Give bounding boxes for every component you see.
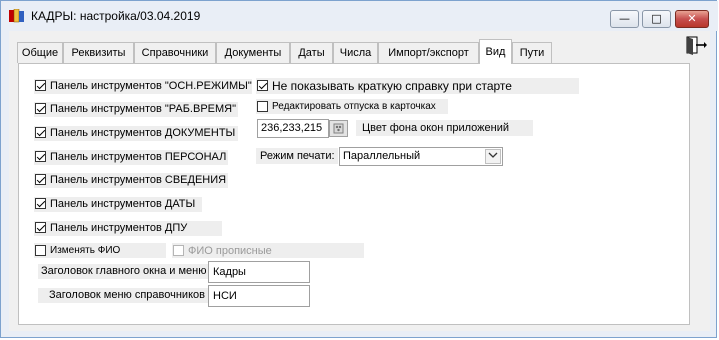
tab-documents[interactable]: Документы (216, 42, 290, 63)
print-mode-label: Режим печати: (260, 150, 335, 162)
checkbox-label: Не показывать краткую справку при старте (272, 79, 512, 93)
main-title-label: Заголовок главного окна и меню (41, 265, 207, 277)
checkbox-box[interactable] (173, 245, 184, 256)
checkbox-label: Панель инструментов ПЕРСОНАЛ (50, 151, 227, 163)
checkbox-box[interactable] (35, 127, 46, 138)
checkbox-label: Редактировать отпуска в карточках (272, 101, 436, 112)
ref-menu-title-label: Заголовок меню справочников (49, 289, 205, 301)
title-bar[interactable]: КАДРЫ: настройка/03.04.2019 — □ ✕ (1, 1, 718, 31)
chevron-down-icon[interactable] (485, 149, 501, 164)
checkbox-label: Панель инструментов СВЕДЕНИЯ (50, 174, 227, 186)
print-mode-select[interactable]: Параллельный (339, 147, 503, 166)
exit-door-icon[interactable] (683, 34, 707, 56)
checkbox-box[interactable] (35, 174, 46, 185)
checkbox-box[interactable] (35, 80, 46, 91)
tab-references[interactable]: Справочники (134, 42, 216, 63)
checkbox-box[interactable] (35, 198, 46, 209)
checkbox-label: Изменять ФИО (50, 245, 121, 256)
print-mode-value: Параллельный (343, 150, 421, 162)
tab-general[interactable]: Общие (17, 42, 63, 63)
maximize-icon: □ (651, 12, 662, 25)
bg-color-label: Цвет фона окон приложений (362, 122, 510, 134)
close-button[interactable]: ✕ (675, 10, 709, 28)
settings-window: КАДРЫ: настройка/03.04.2019 — □ ✕ Общие … (0, 0, 718, 338)
checkbox-box[interactable] (35, 103, 46, 114)
tab-paths[interactable]: Пути (512, 42, 552, 63)
checkbox-label: ФИО прописные (188, 245, 272, 257)
minimize-button[interactable]: — (610, 10, 639, 28)
tab-dates[interactable]: Даты (290, 42, 333, 63)
palette-icon (333, 123, 344, 134)
ref-menu-title-input[interactable]: НСИ (208, 285, 310, 307)
main-title-input[interactable]: Кадры (208, 261, 310, 283)
checkbox-label: Панель инструментов ДПУ (50, 222, 188, 234)
maximize-button[interactable]: □ (642, 10, 671, 28)
tab-view[interactable]: Вид (479, 39, 512, 64)
minimize-icon: — (619, 12, 630, 25)
checkbox-box[interactable] (257, 80, 268, 91)
tab-requisites[interactable]: Реквизиты (63, 42, 134, 63)
checkbox-label: Панель инструментов ДОКУМЕНТЫ (50, 127, 236, 139)
close-icon: ✕ (687, 12, 697, 25)
window-title: КАДРЫ: настройка/03.04.2019 (31, 9, 201, 23)
bg-color-input[interactable]: 236,233,215 (257, 119, 329, 138)
tab-import-export[interactable]: Импорт/экспорт (378, 42, 479, 63)
checkbox-box[interactable] (257, 101, 268, 112)
checkbox-label: Панель инструментов "РАБ.ВРЕМЯ" (50, 103, 237, 115)
checkbox-label: Панель инструментов ДАТЫ (50, 198, 196, 210)
tab-numbers[interactable]: Числа (333, 42, 378, 63)
checkbox-box[interactable] (35, 151, 46, 162)
checkbox-box[interactable] (35, 245, 46, 256)
checkbox-box[interactable] (35, 222, 46, 233)
color-picker-button[interactable] (329, 120, 348, 137)
checkbox-label: Панель инструментов "ОСН.РЕЖИМЫ" (50, 80, 252, 92)
app-icon (9, 9, 24, 23)
